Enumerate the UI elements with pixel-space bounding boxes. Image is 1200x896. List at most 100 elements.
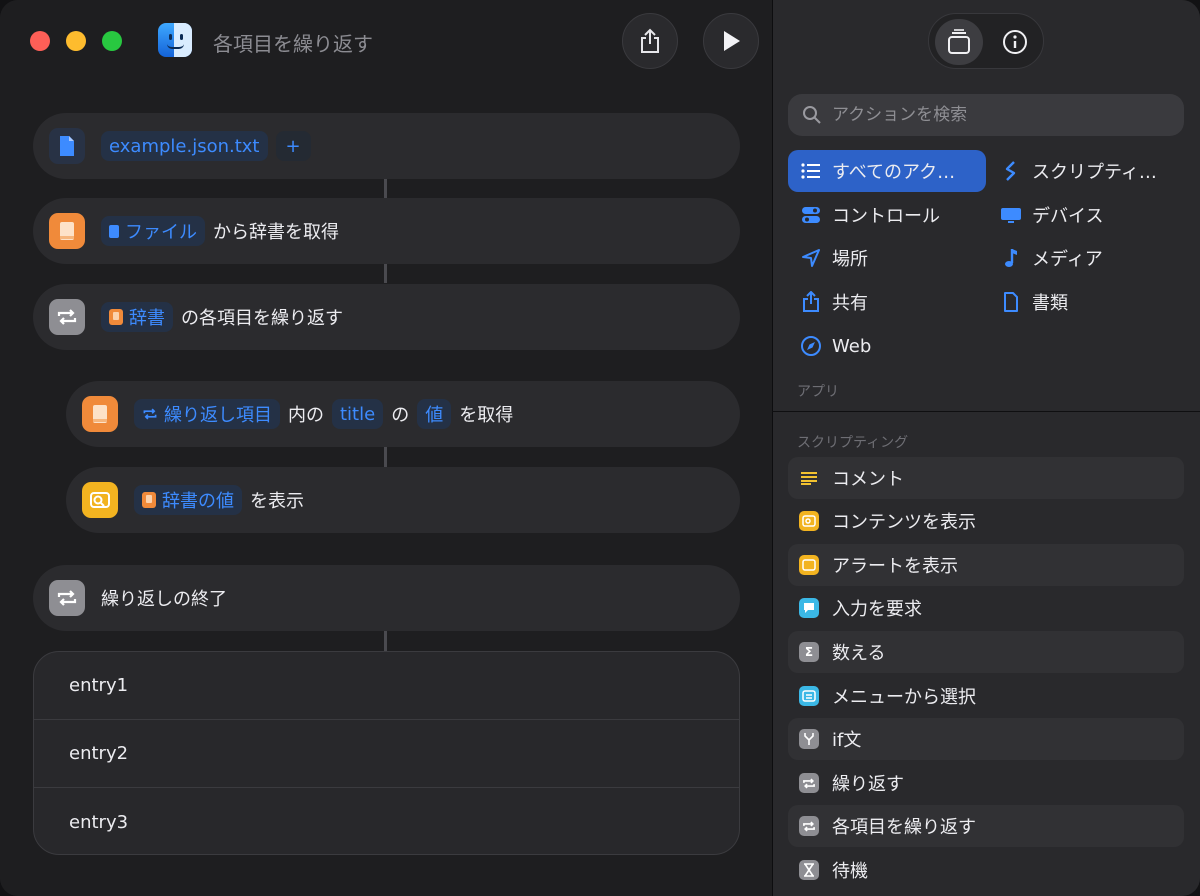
- file-variable-token[interactable]: ファイル: [101, 216, 205, 246]
- category-label: 共有: [832, 293, 868, 314]
- display-icon: [998, 202, 1024, 228]
- action-text: を表示: [250, 491, 304, 512]
- repeat-icon: [49, 580, 85, 616]
- dictionary-value-variable-token[interactable]: 辞書の値: [134, 485, 242, 515]
- key-parameter[interactable]: title: [332, 399, 384, 429]
- speech-bubble-icon: [799, 598, 819, 618]
- window-title: 各項目を繰り返す: [213, 32, 373, 56]
- dictionary-icon: [142, 492, 156, 508]
- category-device[interactable]: デバイス: [988, 194, 1103, 236]
- hourglass-icon: [799, 860, 819, 880]
- action-label: if文: [832, 730, 862, 751]
- action-text: の各項目を繰り返す: [181, 308, 343, 329]
- list-item[interactable]: entry2: [34, 720, 739, 788]
- add-file-button[interactable]: +: [275, 131, 311, 161]
- details-tab[interactable]: [991, 19, 1039, 65]
- repeat-each-action-row[interactable]: 辞書 の各項目を繰り返す: [33, 284, 740, 350]
- run-button[interactable]: [703, 13, 759, 69]
- category-label: スクリプティ…: [1032, 162, 1157, 183]
- action-item-ask-input[interactable]: 入力を要求: [788, 587, 1184, 629]
- toggle-icon: [798, 202, 824, 228]
- dictionary-variable-token[interactable]: 辞書: [101, 302, 173, 332]
- action-text: を取得: [459, 405, 514, 426]
- action-text: の: [391, 405, 410, 426]
- category-label: Web: [832, 335, 872, 357]
- get-dictionary-action-row[interactable]: ファイル から辞書を取得: [33, 198, 740, 264]
- list-icon: [798, 158, 824, 184]
- category-all-actions[interactable]: すべてのアク…: [788, 150, 986, 192]
- connector-line: [384, 631, 387, 651]
- category-documents[interactable]: 書類: [988, 281, 1068, 323]
- action-item-choose-from-menu[interactable]: メニューから選択: [788, 675, 1184, 717]
- repeat-icon: [799, 773, 819, 793]
- action-text: から辞書を取得: [213, 222, 339, 243]
- action-item-repeat-each[interactable]: 各項目を繰り返す: [788, 805, 1184, 847]
- apps-section-label: アプリ: [797, 384, 839, 400]
- get-value-action-row[interactable]: 繰り返し項目 内の title の 値 を取得: [66, 381, 740, 447]
- action-item-comment[interactable]: コメント: [788, 457, 1184, 499]
- list-item[interactable]: entry3: [34, 788, 739, 854]
- category-scripting[interactable]: スクリプティ…: [988, 150, 1157, 192]
- action-item-repeat[interactable]: 繰り返す: [788, 762, 1184, 804]
- repeat-icon: [143, 408, 157, 420]
- shortcuts-window: 各項目を繰り返す example.json.txt + ファイル から辞書を取得…: [0, 0, 1200, 896]
- repeat-icon: [799, 816, 819, 836]
- script-icon: [998, 158, 1024, 184]
- action-item-count[interactable]: Σ 数える: [788, 631, 1184, 673]
- document-icon: [49, 128, 85, 164]
- category-label: デバイス: [1032, 206, 1104, 227]
- dictionary-icon: [82, 396, 118, 432]
- sidebar-divider: [772, 411, 1200, 412]
- action-label: メニューから選択: [832, 687, 976, 708]
- file-variable-label: ファイル: [125, 222, 197, 243]
- share-button[interactable]: [622, 13, 678, 69]
- action-item-wait[interactable]: 待機: [788, 849, 1184, 891]
- close-window-button[interactable]: [30, 31, 50, 51]
- list-item[interactable]: entry1: [34, 652, 739, 720]
- scripting-section-label: スクリプティング: [797, 435, 909, 451]
- category-control[interactable]: コントロール: [788, 194, 940, 236]
- action-label: 各項目を繰り返す: [832, 817, 976, 838]
- category-share[interactable]: 共有: [788, 281, 868, 323]
- value-type-parameter[interactable]: 値: [417, 399, 452, 429]
- workflow-editor: 各項目を繰り返す example.json.txt + ファイル から辞書を取得…: [0, 0, 772, 896]
- minimize-window-button[interactable]: [66, 31, 86, 51]
- action-search-field[interactable]: アクションを検索: [788, 94, 1184, 136]
- action-label: コメント: [832, 469, 904, 490]
- show-content-action-row[interactable]: 辞書の値 を表示: [66, 467, 740, 533]
- document-icon: [109, 224, 119, 238]
- repeat-item-label: 繰り返し項目: [164, 405, 272, 426]
- finder-icon: [158, 23, 192, 57]
- action-label: 入力を要求: [832, 599, 922, 620]
- search-placeholder: アクションを検索: [832, 105, 968, 125]
- branch-icon: [799, 729, 819, 749]
- connector-line: [384, 179, 387, 198]
- library-tab[interactable]: [935, 19, 983, 65]
- dictionary-icon: [49, 213, 85, 249]
- action-label: コンテンツを表示: [832, 512, 976, 533]
- music-note-icon: [998, 245, 1024, 271]
- file-action-row[interactable]: example.json.txt +: [33, 113, 740, 179]
- alert-icon: [799, 555, 819, 575]
- sigma-icon: Σ: [799, 642, 819, 662]
- share-icon: [798, 289, 824, 315]
- repeat-icon: [49, 299, 85, 335]
- zoom-window-button[interactable]: [102, 31, 122, 51]
- category-label: 場所: [832, 249, 868, 270]
- action-item-if[interactable]: if文: [788, 718, 1184, 760]
- sidebar-mode-switch: [928, 13, 1044, 69]
- dictionary-value-label: 辞書の値: [162, 491, 234, 512]
- dictionary-variable-label: 辞書: [129, 308, 165, 329]
- repeat-item-variable-token[interactable]: 繰り返し項目: [134, 399, 280, 429]
- action-item-show-content[interactable]: コンテンツを表示: [788, 500, 1184, 542]
- end-repeat-action-row[interactable]: 繰り返しの終了: [33, 565, 740, 631]
- file-parameter[interactable]: example.json.txt: [101, 131, 268, 161]
- category-media[interactable]: メディア: [988, 237, 1103, 279]
- comment-lines-icon: [799, 468, 819, 488]
- document-icon: [998, 289, 1024, 315]
- category-web[interactable]: Web: [788, 325, 871, 367]
- action-text: 内の: [288, 405, 324, 426]
- category-location[interactable]: 場所: [788, 237, 868, 279]
- play-icon: [724, 31, 740, 51]
- action-item-show-alert[interactable]: アラートを表示: [788, 544, 1184, 586]
